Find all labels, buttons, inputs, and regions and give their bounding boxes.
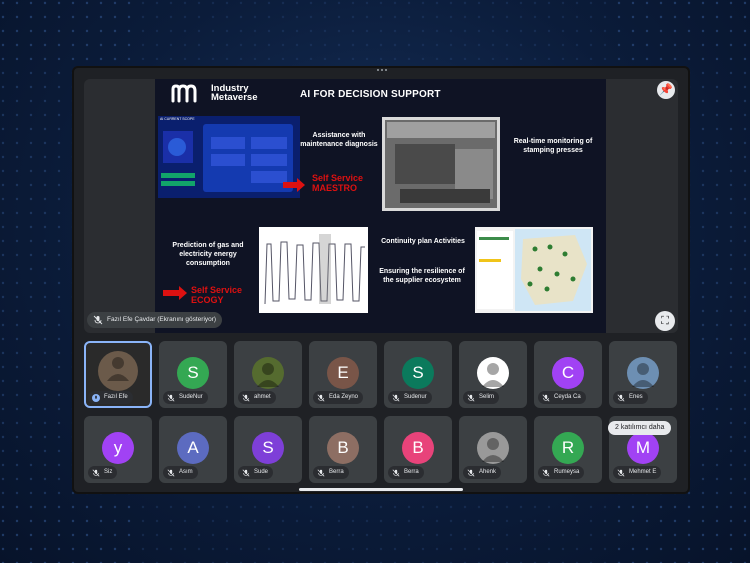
maintenance-text: Assistance with maintenance diagnosis <box>300 132 378 148</box>
participant-name-text: Selim <box>479 394 495 400</box>
mic-off-icon <box>392 469 400 476</box>
participant-avatar: R <box>552 432 584 464</box>
monitoring-text: Real-time monitoring of stamping presses <box>513 138 593 154</box>
mic-off-icon <box>542 394 550 401</box>
participant-tile[interactable]: Fazıl Efe <box>84 341 152 408</box>
mic-off-icon <box>242 394 250 401</box>
pin-icon[interactable]: 📌 <box>657 81 675 99</box>
continuity-text: Continuity plan Activities <box>381 238 465 245</box>
participant-name: Enes <box>613 391 648 404</box>
participant-tile[interactable]: S Sude <box>234 416 302 483</box>
participant-avatar: E <box>327 357 359 389</box>
mic-off-icon <box>392 394 400 401</box>
presenter-name: Fazıl Efe Çavdar (Ekranını gösteriyor) <box>107 316 217 323</box>
shared-slide: Industry Metaverse AI FOR DECISION SUPPO… <box>155 79 606 333</box>
participant-tile[interactable]: S Sudenur <box>384 341 452 408</box>
participant-tile[interactable]: B Berra <box>384 416 452 483</box>
diagram-caption: AI CURRENT SCOPE <box>160 117 195 121</box>
participant-name-text: Ceyda Ca <box>554 394 581 400</box>
participant-tile[interactable]: R Rumeysa <box>534 416 602 483</box>
participant-avatar: M <box>627 432 659 464</box>
participant-name-text: SudeNur <box>179 394 203 400</box>
participant-name-text: Fazıl Efe <box>104 394 128 400</box>
participant-tile[interactable]: Selim <box>459 341 527 408</box>
participant-name: Rumeysa <box>538 466 585 479</box>
participant-photo <box>477 357 509 389</box>
participant-tile[interactable]: S SudeNur <box>159 341 227 408</box>
participant-photo <box>98 351 138 391</box>
mic-off-icon <box>467 394 475 401</box>
participant-name: Sudenur <box>388 391 432 404</box>
participant-name: Asım <box>163 466 198 479</box>
window-drag-handle[interactable] <box>376 69 388 73</box>
participant-tile[interactable]: C Ceyda Ca <box>534 341 602 408</box>
participant-avatar: C <box>552 357 584 389</box>
participant-name-text: Mehmet E <box>629 469 657 475</box>
participant-avatar: S <box>177 357 209 389</box>
ecogy-label: Self Service ECOGY <box>191 285 243 305</box>
participant-tile[interactable]: y Siz <box>84 416 152 483</box>
brand-line2: Metaverse <box>211 92 258 103</box>
participant-tile[interactable]: Ahenk <box>459 416 527 483</box>
maestro-label: Self Service MAESTRO <box>312 173 364 193</box>
mic-off-icon <box>93 315 103 325</box>
mic-off-icon <box>92 469 100 476</box>
mic-off-icon <box>617 469 625 476</box>
participant-avatar: y <box>102 432 134 464</box>
participant-name: Ahenk <box>463 466 502 479</box>
mic-off-icon <box>467 469 475 476</box>
fullscreen-icon[interactable]: ⛶ <box>655 311 675 331</box>
participant-name: Eda Zeyno <box>313 391 364 404</box>
prediction-text: Prediction of gas and electricity energy… <box>172 242 244 267</box>
participant-photo <box>627 357 659 389</box>
participant-tile[interactable]: ahmet <box>234 341 302 408</box>
participant-name-text: Sudenur <box>404 394 427 400</box>
participant-avatar: S <box>402 357 434 389</box>
participant-name: Berra <box>388 466 424 479</box>
participant-tile[interactable]: E Eda Zeyno <box>309 341 377 408</box>
participant-avatar: S <box>252 432 284 464</box>
participant-photo <box>252 357 284 389</box>
participant-name: SudeNur <box>163 391 208 404</box>
slide-title: AI FOR DECISION SUPPORT <box>300 89 441 100</box>
participant-name-text: Berra <box>404 469 419 475</box>
mic-off-icon <box>317 394 325 401</box>
participant-tile[interactable]: Enes <box>609 341 677 408</box>
participant-name: ahmet <box>238 391 276 404</box>
participant-photo <box>477 432 509 464</box>
mic-off-icon <box>617 394 625 401</box>
participant-name: Sude <box>238 466 274 479</box>
participant-avatar: B <box>327 432 359 464</box>
mic-off-icon <box>542 469 550 476</box>
participant-name-text: Rumeysa <box>554 469 580 475</box>
home-indicator[interactable] <box>299 488 463 491</box>
participant-name-text: Eda Zeyno <box>329 394 359 400</box>
presenter-label: Fazıl Efe Çavdar (Ekranını gösteriyor) <box>87 312 223 328</box>
participant-name-text: Enes <box>629 394 643 400</box>
participant-tile[interactable]: B Berra <box>309 416 377 483</box>
participant-name: Siz <box>88 466 118 479</box>
participant-name-text: Berra <box>329 469 344 475</box>
participant-name-text: Siz <box>104 469 113 475</box>
mic-off-icon <box>167 469 175 476</box>
mic-off-icon <box>242 469 250 476</box>
more-participants-chip[interactable]: 2 katılımcı daha <box>608 421 672 435</box>
resilience-text: Ensuring the resilience of the supplier … <box>379 268 465 284</box>
participant-avatar: A <box>177 432 209 464</box>
participant-name: Berra <box>313 466 349 479</box>
industry-metaverse-logo <box>171 84 197 103</box>
participant-name-text: ahmet <box>254 394 271 400</box>
mic-off-icon <box>317 469 325 476</box>
participant-name-text: Asım <box>179 469 193 475</box>
participant-name-text: Sude <box>254 469 269 475</box>
mic-off-icon <box>167 394 175 401</box>
participant-name: Mehmet E <box>613 466 662 479</box>
participant-name: Selim <box>463 391 500 404</box>
participant-avatar: B <box>402 432 434 464</box>
mic-on-icon <box>92 393 100 402</box>
participant-name-text: Ahenk <box>479 469 497 475</box>
participant-name: Ceyda Ca <box>538 391 586 404</box>
participant-tile[interactable]: A Asım <box>159 416 227 483</box>
participant-name: Fazıl Efe <box>88 391 133 404</box>
